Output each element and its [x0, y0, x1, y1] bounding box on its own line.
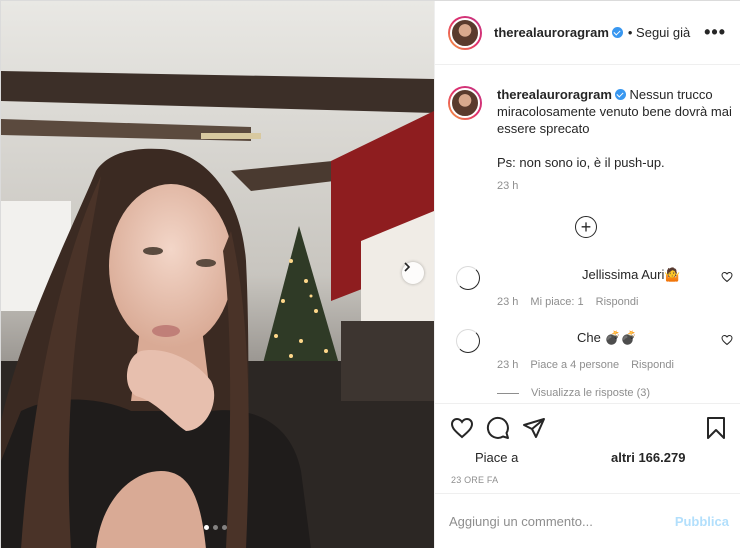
add-comment-bar: Pubblica — [435, 493, 740, 548]
carousel-dot — [204, 525, 209, 530]
likes-count[interactable]: altri 166.279 — [611, 450, 685, 465]
share-paper-plane-icon[interactable] — [522, 416, 546, 440]
loading-avatar-icon — [456, 266, 480, 290]
verified-badge-icon — [614, 89, 626, 100]
loading-avatar-icon — [456, 329, 480, 353]
next-slide-button[interactable] — [402, 262, 424, 284]
post-side-panel: therealauroragram • Segui già ••• therea… — [434, 1, 740, 548]
likes-summary[interactable]: Piace a altri 166.279 — [451, 450, 685, 465]
comment-time[interactable]: 23 h — [497, 359, 518, 371]
likes-prefix: Piace a — [475, 450, 519, 465]
reply-button[interactable]: Rispondi — [631, 359, 674, 371]
comment-item: Che 💣💣 23 h Piace a 4 persone Rispondi — [448, 329, 733, 371]
post-photo[interactable] — [1, 1, 434, 548]
view-replies-button[interactable]: Visualizza le risposte (3) — [497, 387, 650, 399]
caption: therealauroragram Nessun trucco miracolo… — [448, 86, 733, 192]
caption-username[interactable]: therealauroragram — [497, 87, 612, 102]
load-more-comments-icon[interactable]: + — [575, 216, 597, 238]
carousel-indicator — [204, 525, 227, 530]
reply-button[interactable]: Rispondi — [596, 296, 639, 308]
like-comment-heart-icon[interactable] — [721, 271, 733, 283]
comments-list[interactable]: therealauroragram Nessun trucco miracolo… — [435, 66, 740, 403]
carousel-dot — [222, 525, 227, 530]
add-comment-input[interactable] — [449, 514, 675, 529]
caption-text-block: therealauroragram Nessun trucco miracolo… — [497, 86, 733, 137]
chevron-right-icon — [404, 262, 411, 272]
caption-ps: Ps: non sono io, è il push-up. — [497, 155, 665, 170]
comment-bubble-icon[interactable] — [486, 416, 510, 440]
comment-item: Jellissima Auri🤷 23 h Mi piace: 1 Rispon… — [448, 266, 733, 308]
author-username[interactable]: therealauroragram — [494, 25, 609, 40]
photo-illustration — [1, 1, 434, 548]
action-bar — [435, 403, 740, 451]
avatar[interactable] — [448, 15, 482, 50]
publish-button[interactable]: Pubblica — [675, 514, 729, 529]
comment-text-row: Che 💣💣 — [497, 329, 733, 346]
verified-badge-icon — [611, 27, 623, 38]
post-dialog: therealauroragram • Segui già ••• therea… — [0, 0, 740, 548]
comment-text-row: Jellissima Auri🤷 — [497, 266, 733, 283]
comment-meta: 23 h Piace a 4 persone Rispondi — [497, 359, 733, 371]
carousel-dot — [213, 525, 218, 530]
comment-likes[interactable]: Piace a 4 persone — [530, 359, 619, 371]
comment-meta: 23 h Mi piace: 1 Rispondi — [497, 296, 733, 308]
comment-likes[interactable]: Mi piace: 1 — [530, 296, 583, 308]
view-replies-label: Visualizza le risposte (3) — [531, 387, 651, 399]
post-timestamp[interactable]: 23 ORE FA — [451, 475, 498, 485]
like-comment-heart-icon[interactable] — [721, 334, 733, 346]
post-header: therealauroragram • Segui già ••• — [435, 1, 740, 65]
following-status[interactable]: • Segui già — [628, 25, 690, 40]
comment-text: Jellissima Auri🤷 — [582, 267, 681, 282]
like-heart-icon[interactable] — [450, 416, 474, 440]
caption-time[interactable]: 23 h — [497, 180, 733, 192]
caption-avatar[interactable] — [448, 86, 482, 120]
comment-time[interactable]: 23 h — [497, 296, 518, 308]
more-options-icon[interactable]: ••• — [704, 23, 726, 41]
comment-text: Che 💣💣 — [577, 330, 637, 345]
save-bookmark-icon[interactable] — [705, 416, 727, 440]
